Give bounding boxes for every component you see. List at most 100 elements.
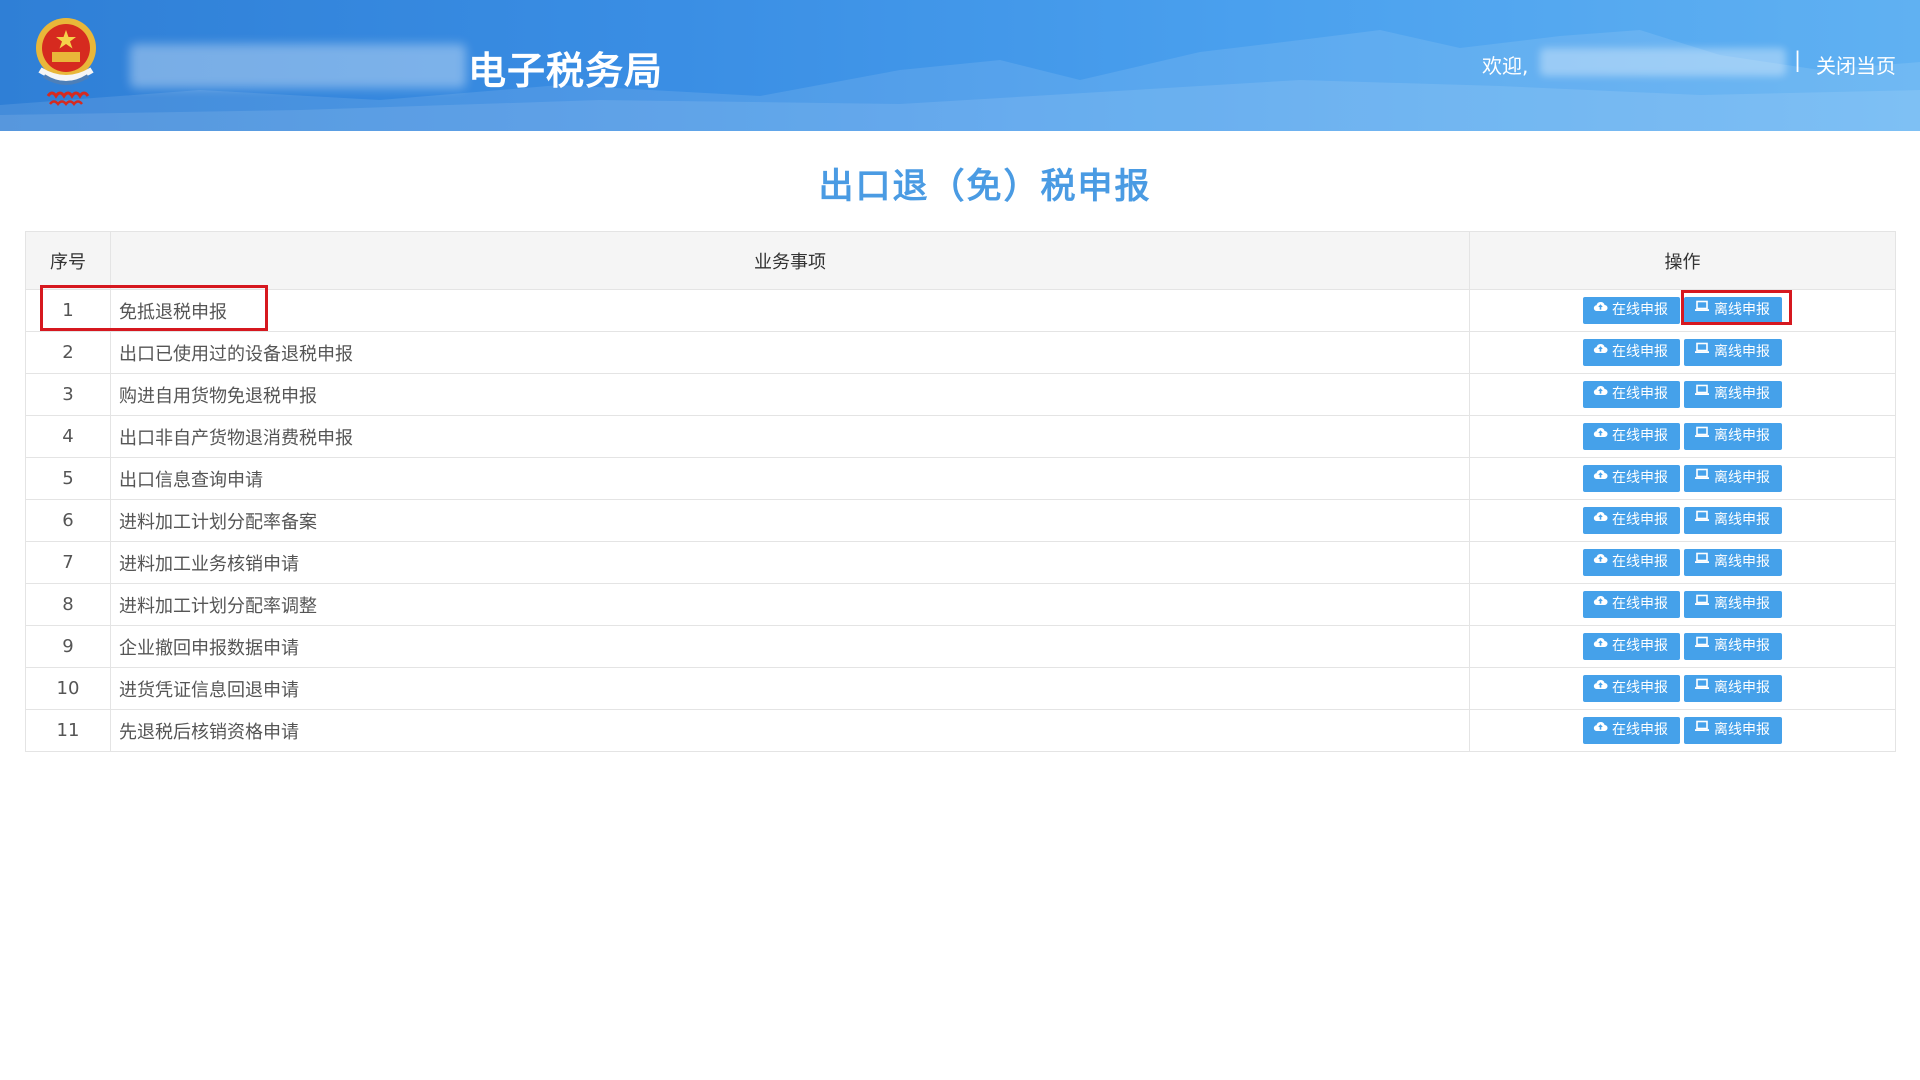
online-declare-button[interactable]: 在线申报 [1583, 381, 1680, 408]
row-actions: 在线申报 离线申报 [1469, 625, 1896, 668]
table-row: 8 进料加工计划分配率调整 在线申报 离线申报 [25, 583, 1896, 626]
online-declare-label: 在线申报 [1612, 386, 1668, 402]
page-title: 出口退（免）税申报 [818, 167, 1152, 207]
offline-declare-button[interactable]: 离线申报 [1684, 465, 1782, 492]
row-item-name: 出口非自产货物退消费税申报 [110, 415, 1470, 458]
online-declare-button[interactable]: 在线申报 [1583, 297, 1680, 324]
row-item-name: 进料加工计划分配率调整 [110, 583, 1470, 626]
online-declare-label: 在线申报 [1612, 722, 1668, 738]
offline-declare-label: 离线申报 [1714, 344, 1770, 360]
table-row: 1 免抵退税申报 在线申报 离线申报 [25, 289, 1896, 332]
offline-declare-label: 离线申报 [1714, 554, 1770, 570]
online-declare-button[interactable]: 在线申报 [1583, 675, 1680, 702]
cloud-upload-icon [1593, 673, 1608, 700]
row-item-name: 进料加工计划分配率备案 [110, 499, 1470, 542]
row-actions: 在线申报 离线申报 [1469, 289, 1896, 332]
online-declare-button[interactable]: 在线申报 [1583, 591, 1680, 618]
cloud-upload-icon [1593, 295, 1608, 322]
laptop-icon [1694, 337, 1710, 364]
laptop-icon [1694, 547, 1710, 574]
offline-declare-button[interactable]: 离线申报 [1684, 507, 1782, 534]
cloud-upload-icon [1593, 379, 1608, 406]
laptop-icon [1694, 505, 1710, 532]
row-item-name: 出口已使用过的设备退税申报 [110, 331, 1470, 374]
laptop-icon [1694, 379, 1710, 406]
online-declare-button[interactable]: 在线申报 [1583, 423, 1680, 450]
offline-declare-label: 离线申报 [1714, 722, 1770, 738]
offline-declare-button[interactable]: 离线申报 [1684, 381, 1782, 408]
header-separator: | [1794, 48, 1802, 72]
online-declare-button[interactable]: 在线申报 [1583, 465, 1680, 492]
row-actions: 在线申报 离线申报 [1469, 541, 1896, 584]
declaration-table-container: 序号 业务事项 操作 1 免抵退税申报 在线申报 离线申报 2 出口已使用过的设备退税申报… [25, 231, 1896, 752]
row-index: 9 [25, 625, 111, 668]
cloud-upload-icon [1593, 421, 1608, 448]
row-index: 10 [25, 667, 111, 710]
table-row: 9 企业撤回申报数据申请 在线申报 离线申报 [25, 625, 1896, 668]
table-row: 3 购进自用货物免退税申报 在线申报 离线申报 [25, 373, 1896, 416]
row-actions: 在线申报 离线申报 [1469, 457, 1896, 500]
row-actions: 在线申报 离线申报 [1469, 415, 1896, 458]
row-item-name: 购进自用货物免退税申报 [110, 373, 1470, 416]
close-page-link[interactable]: 关闭当页 [1816, 50, 1896, 79]
cloud-upload-icon [1593, 589, 1608, 616]
offline-declare-label: 离线申报 [1714, 428, 1770, 444]
row-item-name: 进料加工业务核销申请 [110, 541, 1470, 584]
row-index: 4 [25, 415, 111, 458]
column-header-index: 序号 [25, 231, 111, 290]
row-index: 5 [25, 457, 111, 500]
offline-declare-label: 离线申报 [1714, 386, 1770, 402]
row-index: 11 [25, 709, 111, 752]
offline-declare-button[interactable]: 离线申报 [1684, 339, 1782, 366]
online-declare-button[interactable]: 在线申报 [1583, 549, 1680, 576]
cloud-upload-icon [1593, 463, 1608, 490]
online-declare-button[interactable]: 在线申报 [1583, 633, 1680, 660]
row-index: 8 [25, 583, 111, 626]
offline-declare-label: 离线申报 [1714, 596, 1770, 612]
online-declare-button[interactable]: 在线申报 [1583, 717, 1680, 744]
offline-declare-button[interactable]: 离线申报 [1684, 633, 1782, 660]
row-item-name: 出口信息查询申请 [110, 457, 1470, 500]
online-declare-label: 在线申报 [1612, 554, 1668, 570]
laptop-icon [1694, 631, 1710, 658]
table-header-row: 序号 业务事项 操作 [25, 231, 1896, 290]
laptop-icon [1694, 715, 1710, 742]
row-index: 7 [25, 541, 111, 584]
offline-declare-button[interactable]: 离线申报 [1684, 675, 1782, 702]
column-header-item: 业务事项 [110, 231, 1470, 290]
table-row: 10 进货凭证信息回退申请 在线申报 离线申报 [25, 667, 1896, 710]
online-declare-label: 在线申报 [1612, 638, 1668, 654]
offline-declare-button[interactable]: 离线申报 [1684, 591, 1782, 618]
offline-declare-button[interactable]: 离线申报 [1684, 297, 1782, 324]
cloud-upload-icon [1593, 547, 1608, 574]
offline-declare-label: 离线申报 [1714, 638, 1770, 654]
row-item-name: 免抵退税申报 [110, 289, 1470, 332]
offline-declare-button[interactable]: 离线申报 [1684, 717, 1782, 744]
column-header-actions: 操作 [1469, 231, 1896, 290]
online-declare-button[interactable]: 在线申报 [1583, 339, 1680, 366]
offline-declare-button[interactable]: 离线申报 [1684, 549, 1782, 576]
offline-declare-button[interactable]: 离线申报 [1684, 423, 1782, 450]
online-declare-label: 在线申报 [1612, 344, 1668, 360]
row-index: 1 [25, 289, 111, 332]
tax-emblem-logo [36, 18, 96, 106]
online-declare-label: 在线申报 [1612, 428, 1668, 444]
welcome-label: 欢迎, [1482, 54, 1529, 78]
cloud-upload-icon [1593, 715, 1608, 742]
row-actions: 在线申报 离线申报 [1469, 331, 1896, 374]
laptop-icon [1694, 463, 1710, 490]
row-index: 6 [25, 499, 111, 542]
row-actions: 在线申报 离线申报 [1469, 583, 1896, 626]
offline-declare-label: 离线申报 [1714, 470, 1770, 486]
table-row: 5 出口信息查询申请 在线申报 离线申报 [25, 457, 1896, 500]
table-row: 11 先退税后核销资格申请 在线申报 离线申报 [25, 709, 1896, 752]
table-row: 4 出口非自产货物退消费税申报 在线申报 离线申报 [25, 415, 1896, 458]
row-item-name: 先退税后核销资格申请 [110, 709, 1470, 752]
cloud-upload-icon [1593, 337, 1608, 364]
online-declare-button[interactable]: 在线申报 [1583, 507, 1680, 534]
online-declare-label: 在线申报 [1612, 512, 1668, 528]
online-declare-label: 在线申报 [1612, 470, 1668, 486]
laptop-icon [1694, 295, 1710, 322]
site-title: 电子税务局 [468, 49, 664, 93]
redacted-bureau-name [130, 44, 466, 88]
